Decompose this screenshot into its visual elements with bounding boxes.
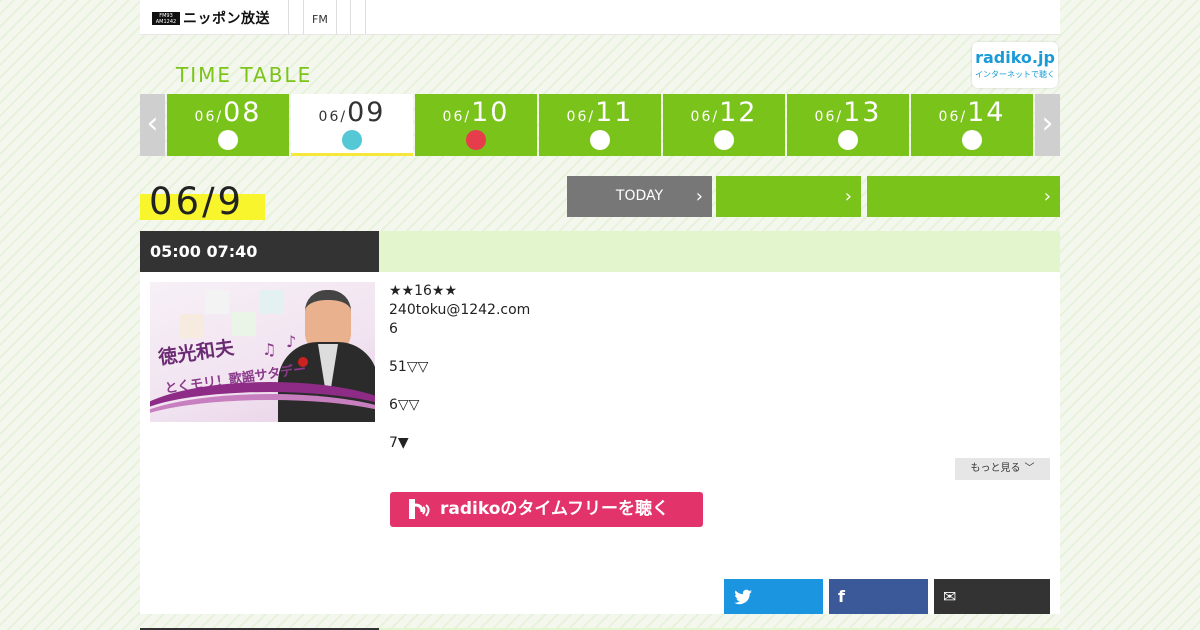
radiko-timefree-button[interactable]: radikoのタイムフリーを聴く <box>390 492 703 527</box>
chevron-right-icon: › <box>1043 186 1051 207</box>
date-heading: 06/9 <box>140 180 265 223</box>
share-mail-button[interactable]: ✉ <box>934 579 1050 614</box>
description-line: 51▽▽ <box>389 359 429 375</box>
day-tab-date: 06/12 <box>663 94 785 129</box>
thumbnail-tile <box>180 314 204 338</box>
radiko-logo-caption: インターネットで聴く <box>975 70 1055 79</box>
day-tab-date: 06/09 <box>291 94 413 129</box>
description-line: 6▽▽ <box>389 397 420 413</box>
nav-item-fm[interactable]: FM <box>312 13 328 26</box>
program-card: ♫ ♪ 徳光和夫 とくモリ！歌謡サタデー ★★16★★ 240toku@1242… <box>140 272 1060 614</box>
facebook-icon: f <box>838 587 845 606</box>
day-tab-date: 06/11 <box>539 94 661 129</box>
music-note-icon: ♫ <box>262 340 277 359</box>
status-dot <box>466 130 486 150</box>
day-tab-day: 14 <box>967 97 1006 128</box>
day-tab-month: 06/ <box>938 109 968 125</box>
day-tab[interactable]: 06/12 <box>663 94 785 156</box>
status-dot <box>962 130 982 150</box>
radiko-logo-link[interactable]: radiko.jp インターネットで聴く <box>972 42 1058 88</box>
description-line[interactable]: 240toku@1242.com <box>389 301 1029 320</box>
thumbnail-tile <box>232 312 256 336</box>
thumbnail-title: 徳光和夫 <box>157 336 236 370</box>
chevron-right-icon: › <box>844 186 852 207</box>
day-tab-month: 06/ <box>318 109 348 125</box>
thumbnail-tile <box>260 290 284 314</box>
description-line <box>389 415 1029 434</box>
day-tab-month: 06/ <box>194 109 224 125</box>
day-tab[interactable]: 06/08 <box>167 94 289 156</box>
show-more-button[interactable]: もっと見る ﹀ <box>955 458 1050 480</box>
day-tab-date: 06/10 <box>415 94 537 129</box>
status-dot <box>838 130 858 150</box>
description-line: 6 <box>389 321 398 337</box>
day-tab[interactable]: 06/14 <box>911 94 1033 156</box>
radiko-timefree-label: radikoのタイムフリーを聴く <box>440 499 670 519</box>
day-tab-month: 06/ <box>566 109 596 125</box>
day-tab-date: 06/13 <box>787 94 909 129</box>
status-dot <box>218 130 238 150</box>
day-tab[interactable]: 06/10 <box>415 94 537 156</box>
station-logo[interactable]: FM93 AM1242 ニッポン放送 <box>152 9 270 27</box>
thumbnail-tile <box>205 290 229 314</box>
status-dot <box>342 130 362 150</box>
radiko-logo-text: radiko.jp <box>975 48 1055 67</box>
nav-divider <box>303 0 304 34</box>
nav-divider <box>350 0 351 34</box>
day-tab-day: 10 <box>471 97 510 128</box>
top-header: FM93 AM1242 ニッポン放送 FM <box>140 0 1060 35</box>
logo-text: ニッポン放送 <box>183 11 270 27</box>
description-line: ★★16★★ <box>389 283 458 299</box>
today-button-label: TODAY <box>615 188 664 204</box>
program-time: 05:00 07:40 <box>140 231 379 272</box>
day-tab-selected[interactable]: 06/09 <box>291 94 413 156</box>
day-tab-day: 13 <box>843 97 882 128</box>
description-line <box>389 339 1029 358</box>
share-twitter-button[interactable] <box>724 579 823 614</box>
share-facebook-button[interactable]: f <box>829 579 928 614</box>
page-title: TIME TABLE <box>176 63 313 87</box>
radiko-r-icon <box>409 499 430 519</box>
mail-icon: ✉ <box>943 587 957 606</box>
description-line <box>389 377 1029 396</box>
day-tab[interactable]: 06/13 <box>787 94 909 156</box>
nav-divider <box>336 0 337 34</box>
day-tab-day: 08 <box>223 97 262 128</box>
show-more-label: もっと見る <box>970 463 1021 474</box>
day-tab-month: 06/ <box>690 109 720 125</box>
day-tab-date: 06/08 <box>167 94 289 129</box>
program-thumbnail[interactable]: ♫ ♪ 徳光和夫 とくモリ！歌謡サタデー <box>150 282 375 422</box>
action-button[interactable]: › <box>716 176 861 217</box>
day-tab-month: 06/ <box>814 109 844 125</box>
action-button[interactable]: › <box>867 176 1060 217</box>
day-tab-day: 09 <box>347 97 386 128</box>
logo-badge-bottom: AM1242 <box>155 18 177 25</box>
day-tab-day: 11 <box>595 97 634 128</box>
nav-divider <box>365 0 366 34</box>
program-header: 05:00 07:40 <box>140 231 1060 272</box>
day-tab-date: 06/14 <box>911 94 1033 129</box>
status-dot <box>714 130 734 150</box>
next-week-button[interactable]: › <box>1035 94 1060 156</box>
description-line: 7▼ <box>389 435 409 451</box>
program-description: ★★16★★ 240toku@1242.com 6 51▽▽ 6▽▽ 7▼ <box>389 282 1029 453</box>
current-date: 06/9 <box>149 180 245 223</box>
day-tab-day: 12 <box>719 97 758 128</box>
status-dot <box>590 130 610 150</box>
chevron-right-icon: › <box>695 186 703 207</box>
prev-week-button[interactable]: ‹ <box>140 94 165 156</box>
nav-divider <box>288 0 289 34</box>
day-tab-month: 06/ <box>442 109 472 125</box>
logo-badge: FM93 AM1242 <box>152 11 180 25</box>
music-note-icon: ♪ <box>286 332 297 351</box>
chevron-down-icon: ﹀ <box>1024 463 1035 474</box>
today-button[interactable]: TODAY › <box>567 176 712 217</box>
day-tab[interactable]: 06/11 <box>539 94 661 156</box>
twitter-bird-icon <box>734 589 752 605</box>
